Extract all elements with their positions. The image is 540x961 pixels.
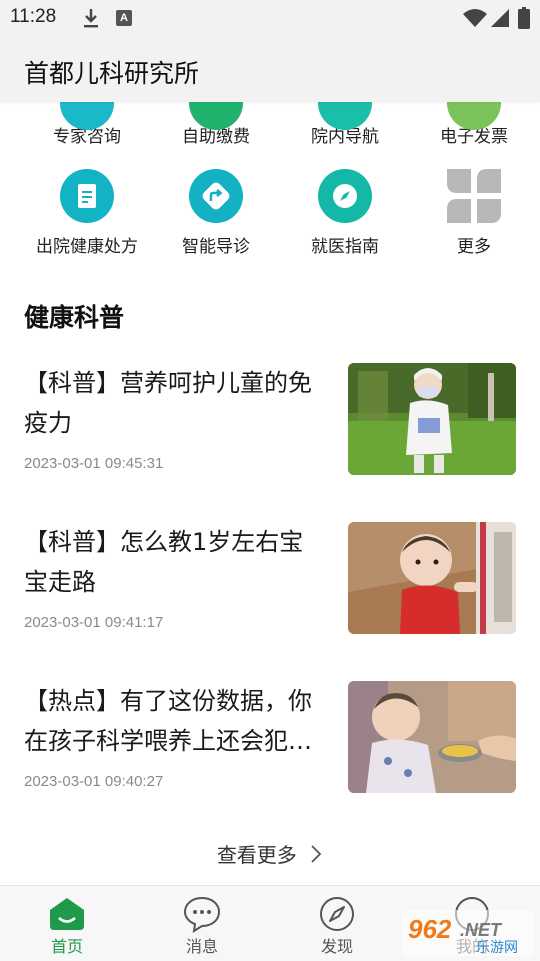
article-time: 2023-03-01 09:40:27 — [24, 773, 164, 790]
tab-label: 发现 — [320, 937, 353, 956]
service-more[interactable]: 更多 — [407, 169, 540, 257]
grid-more-icon — [447, 169, 501, 223]
service-smart-guide[interactable]: 智能导诊 — [149, 169, 283, 257]
app-header: 首都儿科研究所 — [0, 38, 540, 102]
service-label: 就医指南 — [311, 237, 379, 257]
view-more-link[interactable]: 查看更多 — [0, 839, 540, 868]
prescription-icon — [60, 169, 114, 223]
tab-home[interactable]: 首页 — [13, 886, 121, 961]
home-icon — [50, 898, 84, 930]
tab-label: 消息 — [185, 937, 218, 956]
service-label: 出院健康处方 — [36, 237, 138, 257]
status-time: 11:28 — [10, 6, 57, 27]
compass-icon — [320, 897, 354, 931]
tab-discover[interactable]: 发现 — [283, 886, 391, 961]
section-title: 健康科普 — [24, 303, 125, 332]
wifi-icon — [463, 9, 487, 27]
article-time: 2023-03-01 09:45:31 — [24, 455, 164, 472]
guide-arrow-icon — [189, 169, 243, 223]
notification-a-icon: A — [116, 10, 132, 26]
signal-icon — [491, 9, 509, 27]
chat-bubble-icon — [183, 896, 221, 933]
article-item[interactable]: 【科普】营养呵护儿童的免疫力 2023-03-01 09:45:31 — [0, 363, 540, 493]
view-more-label: 查看更多 — [216, 843, 297, 867]
service-hospital-nav[interactable]: 院内导航 — [278, 102, 412, 147]
service-expert-consult[interactable]: 专家咨询 — [20, 102, 154, 147]
battery-icon — [518, 7, 530, 29]
article-thumbnail — [348, 522, 516, 634]
article-thumbnail — [348, 681, 516, 793]
main-content[interactable]: 专家咨询 自助缴费 院内导航 电子发票 出院健康处方 智能导诊 就医指南 更多 … — [0, 102, 540, 885]
status-bar: 11:28 A — [0, 0, 540, 38]
article-thumbnail — [348, 363, 516, 475]
article-time: 2023-03-01 09:41:17 — [24, 614, 164, 631]
service-label: 智能导诊 — [182, 237, 250, 257]
article-title: 【科普】营养呵护儿童的免疫力 — [24, 369, 312, 437]
compass-icon — [318, 169, 372, 223]
article-item[interactable]: 【科普】怎么教1岁左右宝宝走路 2023-03-01 09:41:17 — [0, 522, 540, 652]
service-medical-guide[interactable]: 就医指南 — [278, 169, 412, 257]
download-icon — [84, 9, 98, 28]
service-discharge-prescription[interactable]: 出院健康处方 — [20, 169, 154, 257]
article-item[interactable]: 【热点】有了这份数据，你在孩子科学喂养上还会犯错吗 2023-03-01 09:… — [0, 681, 540, 811]
svg-text:962: 962 — [408, 914, 452, 944]
page-title: 首都儿科研究所 — [24, 59, 200, 88]
service-label: 更多 — [457, 237, 491, 257]
service-self-payment[interactable]: 自助缴费 — [149, 102, 283, 147]
tab-messages[interactable]: 消息 — [148, 886, 256, 961]
article-title: 【热点】有了这份数据，你在孩子科学喂养上还会犯错吗 — [24, 687, 312, 755]
svg-text:.NET: .NET — [460, 920, 503, 940]
article-title: 【科普】怎么教1岁左右宝宝走路 — [24, 528, 304, 596]
tab-label: 首页 — [50, 937, 83, 956]
service-e-invoice[interactable]: 电子发票 — [407, 102, 540, 147]
watermark-logo: 962 .NET 乐游网 — [402, 910, 534, 956]
chevron-right-icon — [311, 845, 322, 863]
svg-text:乐游网: 乐游网 — [476, 940, 518, 956]
